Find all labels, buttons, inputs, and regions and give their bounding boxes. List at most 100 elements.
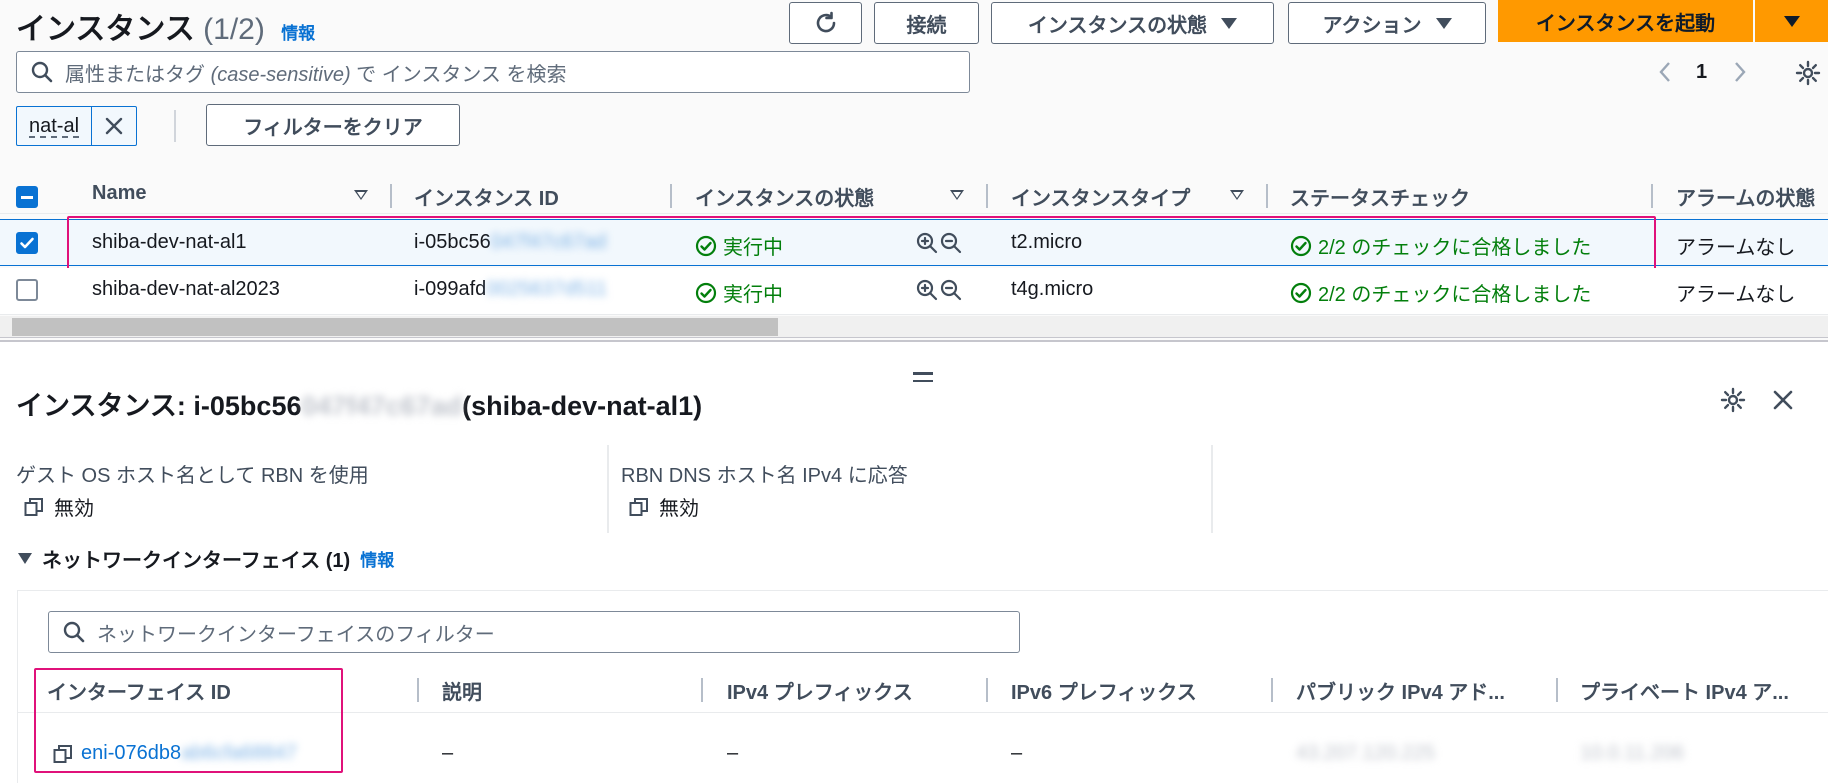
column-separator[interactable] (390, 184, 392, 208)
table-header (0, 176, 1828, 214)
launch-instance-button[interactable]: インスタンスを起動 (1498, 0, 1753, 42)
refresh-button[interactable] (789, 2, 862, 44)
column-header-name[interactable]: Name (92, 182, 146, 205)
info-link[interactable]: 情報 (281, 24, 315, 43)
field-label-rbn-dns: RBN DNS ホスト名 IPv4 に応答 (621, 465, 908, 487)
column-header-alarm-status[interactable]: アラームの状態 (1676, 182, 1815, 211)
connect-button[interactable]: 接続 (874, 2, 979, 44)
network-interfaces-header[interactable]: ネットワークインターフェイス (1) 情報 (18, 544, 394, 573)
instance-state-label: インスタンスの状態 (1027, 14, 1208, 37)
column-header-status-check[interactable]: ステータスチェック (1290, 182, 1470, 211)
sort-icon[interactable] (950, 190, 964, 200)
column-separator[interactable] (1651, 184, 1653, 208)
zoom-controls (916, 279, 962, 301)
column-separator[interactable] (701, 678, 703, 702)
field-label-rbn-hostname: ゲスト OS ホスト名として RBN を使用 (16, 465, 369, 487)
actions-label: アクション (1322, 14, 1422, 37)
row-checkbox[interactable] (16, 279, 38, 301)
interface-private-ipv4: 10.0.11.206 (1580, 742, 1685, 764)
close-panel-button[interactable] (1772, 389, 1794, 417)
interface-ipv6-prefix: – (1011, 742, 1023, 764)
column-separator[interactable] (1266, 184, 1268, 208)
select-all-checkbox[interactable] (16, 186, 38, 208)
instance-state-dropdown[interactable]: インスタンスの状態 (991, 2, 1274, 44)
filter-token-label[interactable]: nat-al (17, 107, 93, 145)
column-header-instance-id[interactable]: インスタンス ID (414, 182, 559, 211)
zoom-out-icon[interactable] (940, 279, 962, 301)
field-separator (1211, 445, 1213, 533)
instance-type: t4g.micro (1011, 278, 1094, 300)
alarm-status: アラームなし (1676, 237, 1796, 259)
sort-icon[interactable] (1230, 190, 1244, 200)
close-icon (1773, 390, 1793, 410)
interface-description: – (442, 742, 454, 764)
column-header-instance-type[interactable]: インスタンスタイプ (1011, 182, 1190, 211)
column-separator[interactable] (417, 678, 419, 702)
copy-icon[interactable] (24, 497, 44, 517)
remove-filter-button[interactable] (92, 107, 136, 145)
close-icon (105, 117, 123, 135)
chevron-left-icon[interactable] (1656, 60, 1676, 84)
launch-instance-label: インスタンスを起動 (1535, 12, 1716, 35)
refresh-icon (816, 11, 835, 33)
filter-token: nat-al (16, 106, 138, 146)
highlight-box (67, 216, 1656, 270)
interface-ipv4-prefix: – (727, 742, 739, 764)
column-separator[interactable] (986, 678, 988, 702)
instance-id-link[interactable]: i-099afd0025637d511 (414, 278, 607, 301)
split-panel-divider (0, 340, 1828, 342)
success-icon (695, 282, 717, 303)
detail-title: インスタンス: i-05bc56047f47c67ad(shiba-dev-na… (16, 391, 703, 421)
connect-label: 接続 (906, 14, 947, 37)
scrollbar-thumb[interactable] (12, 318, 778, 336)
column-header-public-ipv4[interactable]: パブリック IPv4 アド... (1296, 676, 1505, 705)
column-separator[interactable] (670, 184, 672, 208)
check-icon (20, 237, 34, 249)
column-header-ipv6-prefix[interactable]: IPv6 プレフィックス (1011, 676, 1197, 705)
copy-icon[interactable] (629, 497, 649, 517)
page-title: インスタンス (1/2) 情報 (16, 4, 315, 48)
row-checkbox[interactable] (16, 232, 38, 254)
search-icon (63, 621, 85, 643)
zoom-in-icon[interactable] (916, 279, 938, 301)
column-header-description[interactable]: 説明 (442, 676, 482, 705)
chevron-right-icon[interactable] (1729, 60, 1749, 84)
field-value-rbn-dns: 無効 (629, 492, 699, 521)
network-interfaces-title: ネットワークインターフェイス (1) (42, 550, 351, 572)
actions-dropdown[interactable]: アクション (1288, 2, 1486, 44)
indeterminate-icon (21, 195, 33, 199)
table-settings-button[interactable] (1795, 60, 1821, 92)
column-separator[interactable] (1556, 678, 1558, 702)
column-header-ipv4-prefix[interactable]: IPv4 プレフィックス (727, 676, 913, 705)
alarm-status: アラームなし (1676, 284, 1796, 306)
resize-handle-icon[interactable] (913, 372, 933, 382)
column-separator[interactable] (1271, 678, 1273, 702)
instance-state: 実行中 (695, 278, 783, 307)
divider (174, 110, 176, 142)
status-check: 2/2 のチェックに合格しました (1290, 278, 1591, 307)
caret-down-icon (18, 553, 32, 564)
instance-name: shiba-dev-nat-al2023 (92, 278, 280, 300)
success-icon (1290, 282, 1312, 303)
column-header-private-ipv4[interactable]: プライベート IPv4 ア... (1580, 676, 1789, 705)
network-interface-filter-input[interactable]: ネットワークインターフェイスのフィルター (48, 611, 1020, 653)
column-header-instance-state[interactable]: インスタンスの状態 (695, 182, 874, 211)
detail-settings-button[interactable] (1720, 387, 1746, 419)
search-icon (31, 61, 53, 83)
search-placeholder: 属性またはタグ (case-sensitive) で インスタンス を検索 (65, 63, 567, 86)
page-title-text: インスタンス (16, 13, 195, 46)
filter-placeholder: ネットワークインターフェイスのフィルター (97, 623, 495, 646)
field-value-rbn-hostname: 無効 (24, 492, 94, 521)
sort-icon[interactable] (354, 190, 368, 200)
info-link[interactable]: 情報 (360, 546, 394, 571)
gear-icon (1795, 60, 1821, 86)
selection-count: (1/2) (203, 13, 265, 46)
clear-filters-label: フィルターをクリア (243, 116, 423, 139)
highlight-box (34, 668, 343, 773)
instance-search-input[interactable]: 属性またはタグ (case-sensitive) で インスタンス を検索 (16, 51, 970, 93)
caret-down-icon (1783, 15, 1800, 27)
column-separator[interactable] (986, 184, 988, 208)
clear-filters-button[interactable]: フィルターをクリア (206, 104, 460, 146)
launch-instance-dropdown[interactable] (1755, 0, 1828, 42)
page-number[interactable]: 1 (1696, 61, 1707, 84)
